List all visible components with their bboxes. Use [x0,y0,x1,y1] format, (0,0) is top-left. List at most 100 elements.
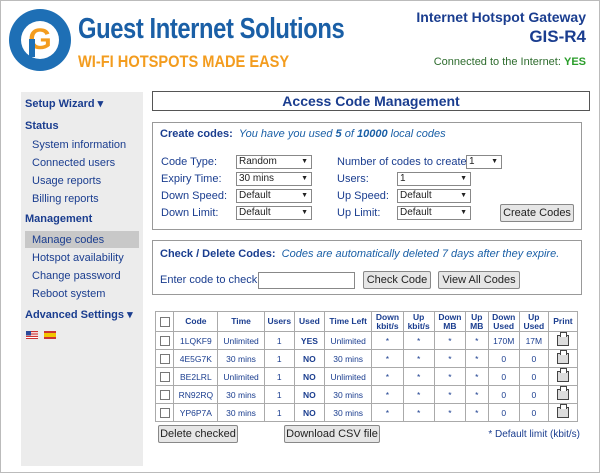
create-hint-pre: You have you used [238,128,333,140]
sidebar-item-billing-reports[interactable]: Billing reports [32,193,99,205]
table-cell: 1 [263,349,295,368]
table-cell: 30 mins [217,403,265,422]
sidebar-item-system-information[interactable]: System information [32,139,126,151]
print-cell[interactable] [547,403,579,422]
spain-flag-icon[interactable] [44,331,56,339]
code-type-value: Random [239,156,277,167]
check-codes-hint-text: Codes are automatically deleted 7 days a… [281,248,560,260]
sidebar-item-manage-codes[interactable]: Manage codes [32,234,104,246]
print-cell[interactable] [547,385,579,404]
table-cell: Unlimited [217,331,265,350]
row-checkbox[interactable] [159,335,170,346]
download-csv-button[interactable]: Download CSV file [284,425,380,443]
col-down-mb: Down MB [433,311,467,332]
table-cell: * [402,367,435,386]
table-cell: 0 [487,349,520,368]
table-cell: NO [293,349,325,368]
col-up-mb: Up MB [465,311,489,332]
printer-icon[interactable] [556,386,569,401]
up-speed-value: Default [400,190,432,201]
table-cell: 30 mins [323,385,373,404]
brand-name: Guest Internet Solutions [78,13,345,45]
select-all-cell[interactable] [154,311,175,332]
codes-used-count: 5 [335,128,342,140]
col-down-kbit: Down kbit/s [371,311,404,332]
page-title: Access Code Management [152,91,590,111]
row-checkbox[interactable] [159,389,170,400]
create-codes-hint: Create codes: You have you used 5 of 100… [160,128,446,140]
sidebar-item-change-password[interactable]: Change password [32,270,121,282]
col-up-kbit: Up kbit/s [402,311,435,332]
code-check-input[interactable] [258,272,355,289]
expiry-time-select[interactable]: 30 mins ▼ [236,172,312,186]
default-limit-footnote: * Default limit (kbit/s) [488,429,580,440]
row-select-cell[interactable] [154,367,175,386]
view-all-codes-button[interactable]: View All Codes [438,271,520,289]
table-cell: Unlimited [323,367,373,386]
table-cell: NO [293,385,325,404]
print-cell[interactable] [547,349,579,368]
us-flag-icon[interactable] [26,331,38,339]
down-speed-select[interactable]: Default ▼ [236,189,312,203]
codes-limit-count: 10000 [356,128,388,140]
sidebar-item-connected-users[interactable]: Connected users [32,157,115,169]
table-row: RN92RQ 30 mins 1 NO 30 mins * * * * 0 0 [154,385,579,404]
table-cell: * [371,331,404,350]
up-limit-label: Up Limit: [337,207,381,219]
col-code: Code [173,311,219,332]
chevron-down-icon: ▼ [460,175,467,182]
chevron-down-icon: ▼ [301,158,308,165]
check-code-button[interactable]: Check Code [363,271,431,289]
row-checkbox[interactable] [159,353,170,364]
up-speed-select[interactable]: Default ▼ [397,189,471,203]
printer-icon[interactable] [556,332,569,347]
print-cell[interactable] [547,331,579,350]
product-line: Internet Hotspot Gateway [416,9,586,25]
table-row: YP6P7A 30 mins 1 NO 30 mins * * * * 0 0 [154,403,579,422]
col-users: Users [263,311,295,332]
printer-icon[interactable] [556,368,569,383]
number-of-codes-select[interactable]: 1 ▼ [466,155,502,169]
chevron-down-icon: ▼ [460,209,467,216]
table-row: BE2LRL Unlimited 1 NO Unlimited * * * * 0 0 [154,367,579,386]
table-row: 1LQKF9 Unlimited 1 YES Unlimited * * * * 170M 17M [154,331,579,350]
print-cell[interactable] [547,367,579,386]
users-select[interactable]: 1 ▼ [397,172,471,186]
table-header-row: Code Time Users Used Time Left Down kbit… [154,311,579,332]
table-cell: 1 [263,331,295,350]
chevron-down-icon: ▼ [301,209,308,216]
down-limit-select[interactable]: Default ▼ [236,206,312,220]
printer-icon[interactable] [556,350,569,365]
sidebar-item-usage-reports[interactable]: Usage reports [32,175,101,187]
expiry-time-value: 30 mins [239,173,275,184]
col-time-left: Time Left [323,311,373,332]
row-checkbox[interactable] [159,407,170,418]
row-checkbox[interactable] [159,371,170,382]
sidebar-setup-wizard[interactable]: Setup Wizard ▾ [25,97,103,110]
table-cell: 0 [487,385,520,404]
sidebar-item-reboot-system[interactable]: Reboot system [32,288,105,300]
up-limit-select[interactable]: Default ▼ [397,206,471,220]
printer-icon[interactable] [556,404,569,419]
delete-checked-button[interactable]: Delete checked [158,425,238,443]
sidebar-item-hotspot-availability[interactable]: Hotspot availability [32,252,124,264]
table-cell: 0 [518,385,549,404]
table-row: 4E5G7K 30 mins 1 NO 30 mins * * * * 0 0 [154,349,579,368]
row-select-cell[interactable] [154,349,175,368]
table-cell: 170M [487,331,520,350]
check-codes-label: Check / Delete Codes: [160,248,276,260]
code-type-select[interactable]: Random ▼ [236,155,312,169]
table-cell: 30 mins [323,403,373,422]
row-select-cell[interactable] [154,331,175,350]
col-time: Time [217,311,265,332]
table-cell: * [402,403,435,422]
sidebar-advanced-settings[interactable]: Advanced Settings ▾ [25,308,133,321]
select-all-checkbox[interactable] [159,316,170,327]
create-codes-button[interactable]: Create Codes [500,204,574,222]
row-select-cell[interactable] [154,403,175,422]
chevron-down-icon: ▼ [491,158,498,165]
table-cell: * [433,331,467,350]
create-hint-post: local codes [390,128,446,140]
row-select-cell[interactable] [154,385,175,404]
table-cell: * [465,331,489,350]
